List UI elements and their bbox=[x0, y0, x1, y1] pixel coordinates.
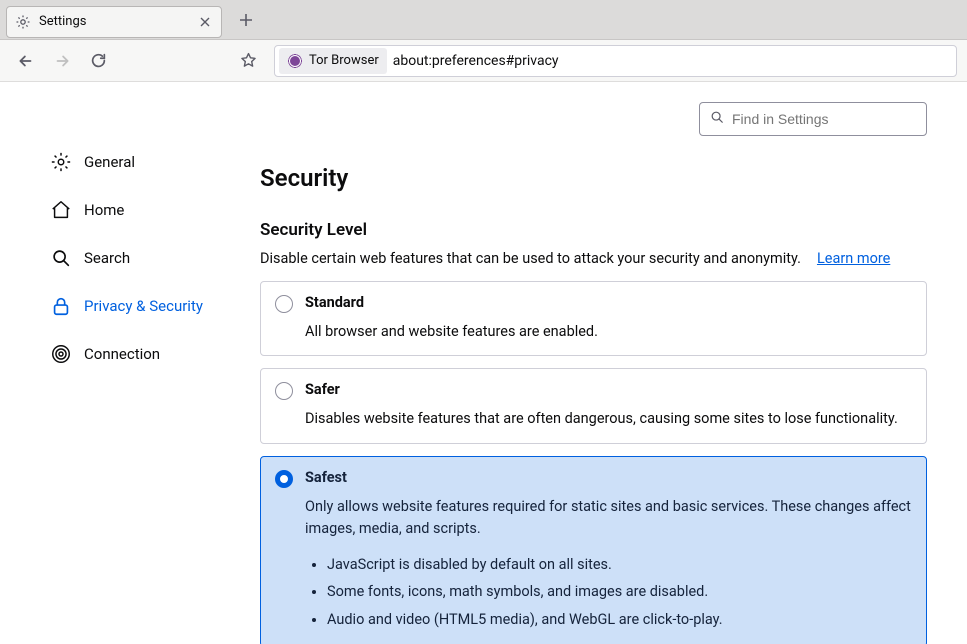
forward-button[interactable] bbox=[46, 45, 78, 77]
bookmark-star-icon[interactable] bbox=[232, 45, 264, 77]
page-title: Security bbox=[260, 164, 927, 192]
settings-search-input[interactable] bbox=[732, 111, 916, 127]
new-tab-button[interactable] bbox=[230, 4, 262, 36]
gear-icon bbox=[50, 151, 72, 173]
sidebar: General Home Search Privacy & Security C… bbox=[0, 82, 260, 644]
url-bar[interactable]: Tor Browser about:preferences#privacy bbox=[274, 45, 957, 77]
security-level-safer[interactable]: Safer Disables website features that are… bbox=[260, 368, 927, 443]
sidebar-item-general[interactable]: General bbox=[42, 142, 256, 182]
lock-icon bbox=[50, 295, 72, 317]
bullet-item: JavaScript is disabled by default on all… bbox=[327, 551, 912, 579]
sidebar-item-connection[interactable]: Connection bbox=[42, 334, 256, 374]
section-title: Security Level bbox=[260, 220, 927, 240]
home-icon bbox=[50, 199, 72, 221]
safest-bullets: JavaScript is disabled by default on all… bbox=[305, 551, 912, 634]
search-icon bbox=[50, 247, 72, 269]
security-level-standard[interactable]: Standard All browser and website feature… bbox=[260, 281, 927, 356]
tor-logo-icon bbox=[287, 53, 303, 69]
browser-tab[interactable]: Settings bbox=[6, 6, 222, 38]
card-title: Standard bbox=[305, 294, 912, 311]
learn-more-link[interactable]: Learn more bbox=[817, 250, 890, 267]
card-title: Safer bbox=[305, 381, 912, 398]
main-panel: Security Security Level Disable certain … bbox=[260, 82, 967, 644]
toolbar: Tor Browser about:preferences#privacy bbox=[0, 40, 967, 82]
identity-label: Tor Browser bbox=[309, 53, 379, 68]
sidebar-item-label: Connection bbox=[84, 345, 160, 363]
sidebar-item-label: Home bbox=[84, 201, 124, 219]
radio-standard[interactable] bbox=[275, 295, 293, 313]
bullet-item: Audio and video (HTML5 media), and WebGL… bbox=[327, 606, 912, 634]
radio-safest[interactable] bbox=[275, 470, 293, 488]
sidebar-item-privacy-security[interactable]: Privacy & Security bbox=[42, 286, 256, 326]
content-area: General Home Search Privacy & Security C… bbox=[0, 82, 967, 644]
sidebar-item-label: Privacy & Security bbox=[84, 297, 203, 315]
card-description: Only allows website features required fo… bbox=[305, 496, 912, 541]
card-description: All browser and website features are ena… bbox=[305, 321, 912, 343]
url-text: about:preferences#privacy bbox=[393, 53, 559, 69]
back-button[interactable] bbox=[10, 45, 42, 77]
sidebar-item-home[interactable]: Home bbox=[42, 190, 256, 230]
titlebar: Settings bbox=[0, 0, 967, 40]
radio-safer[interactable] bbox=[275, 382, 293, 400]
identity-box[interactable]: Tor Browser bbox=[279, 48, 387, 74]
bullet-item: Some fonts, icons, math symbols, and ima… bbox=[327, 578, 912, 606]
search-icon bbox=[710, 110, 724, 128]
tab-label: Settings bbox=[39, 14, 189, 29]
reload-button[interactable] bbox=[82, 45, 114, 77]
card-title: Safest bbox=[305, 469, 912, 486]
sidebar-item-search[interactable]: Search bbox=[42, 238, 256, 278]
close-icon[interactable] bbox=[197, 14, 213, 30]
security-level-safest[interactable]: Safest Only allows website features requ… bbox=[260, 456, 927, 644]
gear-icon bbox=[15, 14, 31, 30]
section-description: Disable certain web features that can be… bbox=[260, 250, 801, 267]
sidebar-item-label: Search bbox=[84, 249, 130, 267]
settings-search[interactable] bbox=[699, 102, 927, 136]
card-description: Disables website features that are often… bbox=[305, 408, 912, 430]
sidebar-item-label: General bbox=[84, 153, 135, 171]
connection-icon bbox=[50, 343, 72, 365]
